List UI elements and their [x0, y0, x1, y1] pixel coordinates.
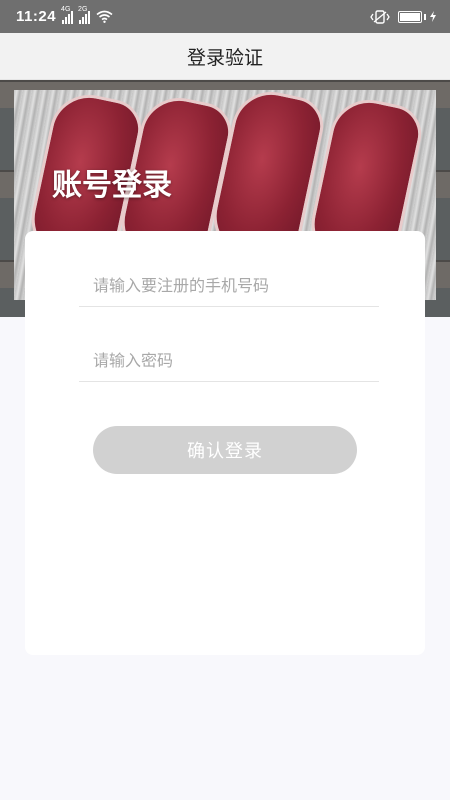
status-time: 11:24	[16, 8, 57, 25]
signal-icon: 4G	[61, 6, 74, 24]
login-button[interactable]: 确认登录	[93, 426, 357, 474]
charging-icon	[430, 11, 436, 22]
signal-icon: 2G	[78, 6, 91, 24]
vibrate-icon	[370, 9, 390, 24]
signal-tag: 2G	[78, 5, 88, 13]
login-card: 确认登录	[25, 231, 425, 655]
hero-title: 账号登录	[52, 168, 172, 203]
battery-icon	[398, 10, 422, 23]
page-title: 登录验证	[186, 46, 263, 69]
app-bar: 登录验证	[0, 33, 450, 80]
status-left: 11:24 4G 2G	[16, 6, 113, 25]
battery-tip	[424, 13, 426, 20]
phone-input[interactable]	[79, 265, 379, 307]
wifi-icon	[96, 10, 113, 23]
status-right	[370, 9, 436, 24]
signal-tag: 4G	[61, 5, 71, 13]
status-bar: 11:24 4G 2G	[0, 0, 450, 33]
password-input[interactable]	[79, 340, 379, 382]
